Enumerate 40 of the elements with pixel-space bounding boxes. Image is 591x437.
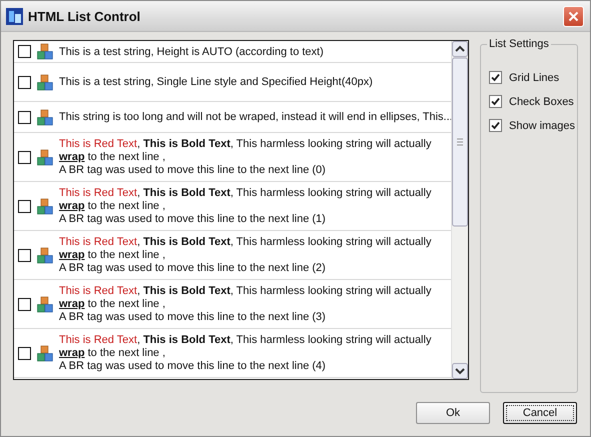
setting-checkbox[interactable]: Grid Lines	[489, 71, 577, 84]
dialog-button[interactable]: Cancel	[503, 402, 577, 424]
row-text: This is Red Text, This is Bold Text, This harmless looking string will actually wrap to the next line , A BR tag was used to move this line to the next line (3)	[59, 284, 432, 324]
blocks-icon	[37, 148, 53, 166]
close-button[interactable]	[563, 6, 584, 26]
blocks-icon	[37, 296, 53, 312]
row-checkbox[interactable]	[18, 346, 31, 360]
group-title: List Settings	[487, 38, 551, 50]
vertical-scrollbar[interactable]	[451, 41, 468, 379]
row-text: This is a test string, Single Line style and Specified Height(40px)	[59, 76, 373, 88]
close-icon	[568, 10, 579, 22]
window-title: HTML List Control	[28, 8, 142, 24]
row-checkbox[interactable]	[18, 110, 31, 124]
setting-checkbox[interactable]: Check Boxes	[489, 95, 577, 108]
scroll-up-button[interactable]	[452, 41, 468, 57]
blocks-icon	[37, 108, 53, 126]
blocks-icon	[37, 43, 53, 60]
row-text: This is a test string, Height is AUTO (according to text)	[59, 46, 324, 58]
row-checkbox[interactable]	[18, 248, 31, 262]
row-checkbox[interactable]	[18, 45, 31, 58]
row-checkbox[interactable]	[18, 76, 31, 88]
row-checkbox[interactable]	[18, 200, 31, 212]
row-checkbox[interactable]	[18, 298, 31, 310]
setting-checkbox[interactable]: Show images	[489, 119, 577, 132]
checkbox[interactable]	[489, 119, 502, 132]
row-text: This is Red Text, This is Bold Text, This harmless looking string will actually wrap to the next line , A BR tag was used to move this line to the next line (4)	[59, 334, 432, 372]
checkbox[interactable]	[489, 71, 502, 84]
blocks-icon	[37, 246, 53, 264]
row-checkbox[interactable]	[18, 150, 31, 164]
scroll-thumb[interactable]	[452, 57, 468, 227]
row-text: This is Red Text, This is Bold Text, This harmless looking string will actually wrap to the next line , A BR tag was used to move this line to the next line (0)	[59, 138, 432, 176]
app-icon	[6, 8, 23, 24]
row-text: This is Red Text, This is Bold Text, This harmless looking string will actually wrap to the next line , A BR tag was used to move this line to the next line (2)	[59, 236, 432, 274]
blocks-icon	[37, 198, 53, 214]
checkbox[interactable]	[489, 95, 502, 108]
row-text: This is Red Text, This is Bold Text, This harmless looking string will actually wrap to the next line , A BR tag was used to move this line to the next line (1)	[59, 186, 432, 226]
blocks-icon	[37, 74, 53, 90]
scroll-down-button[interactable]	[452, 363, 468, 379]
blocks-icon	[37, 344, 53, 362]
dialog-button[interactable]: Ok	[416, 402, 490, 424]
